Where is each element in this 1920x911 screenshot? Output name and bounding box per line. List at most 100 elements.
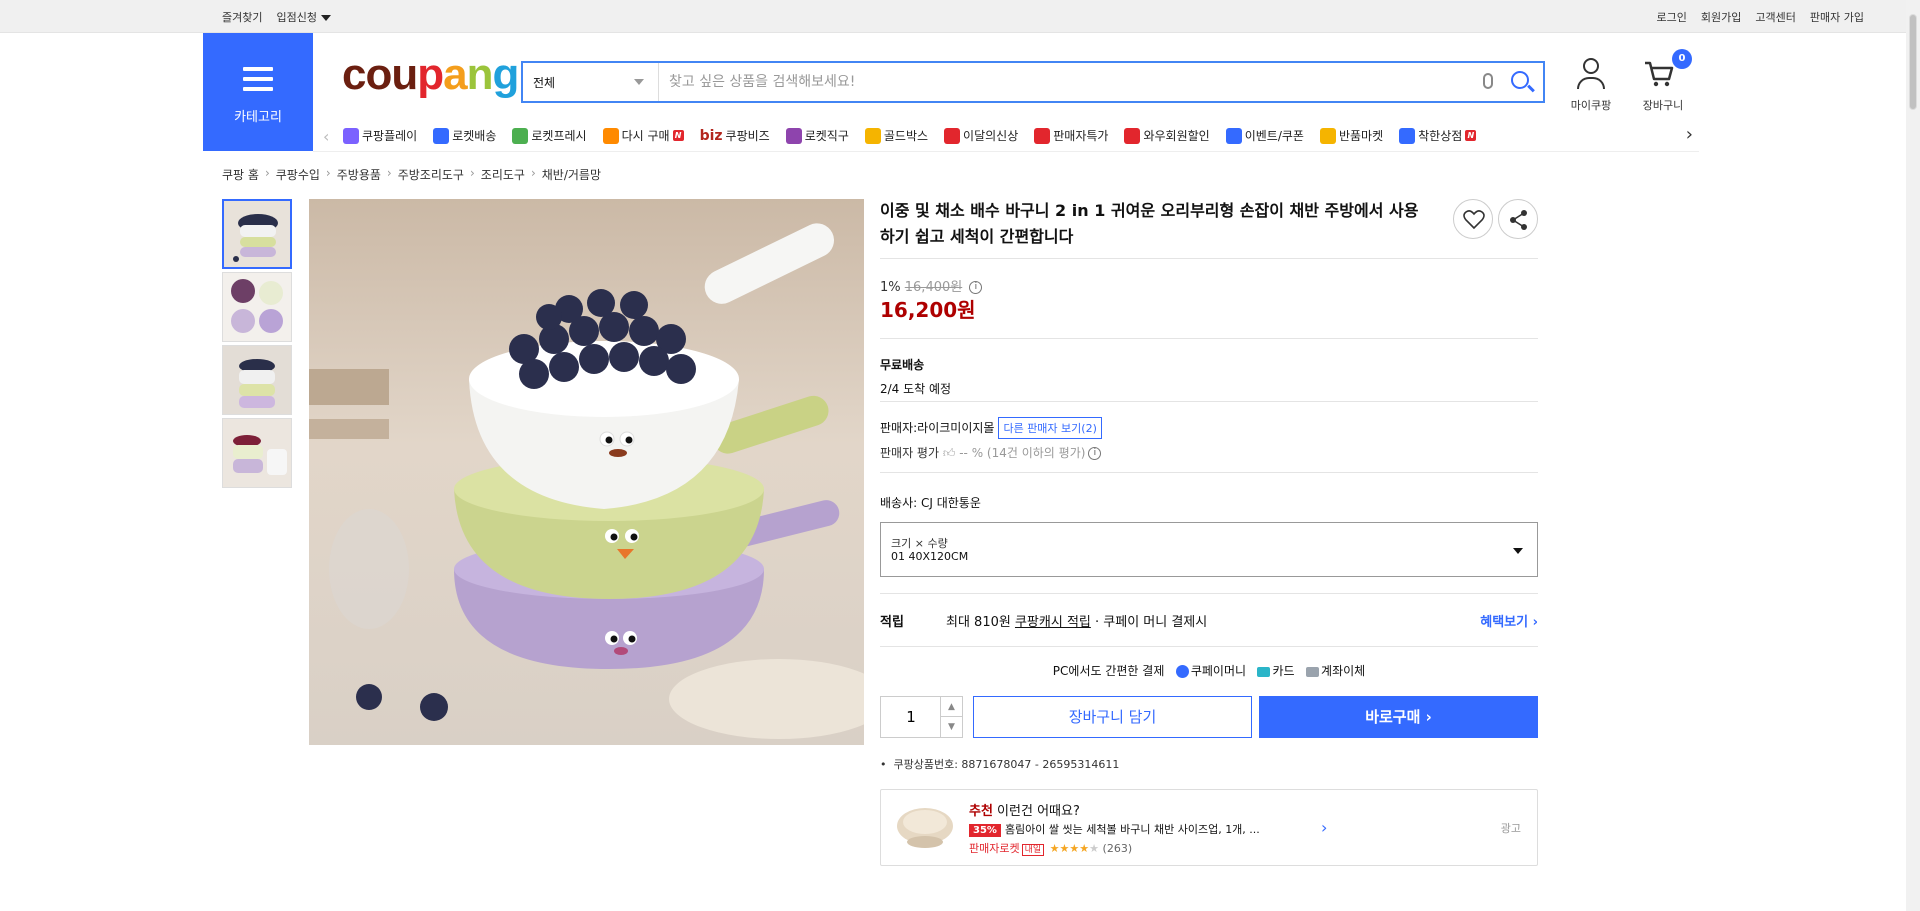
thumbnail-2[interactable] [222,272,292,342]
seller-apply-link[interactable]: 입점신청 [276,9,331,25]
seller-rating-label: 판매자 평가 [880,446,940,460]
nav-item-6[interactable]: 골드박스 [864,127,929,144]
page-scrollbar[interactable] [1906,0,1920,911]
coupon-icon [1225,127,1242,144]
nav-item-label: 쿠팡비즈 [725,129,770,143]
divider [880,593,1538,594]
quantity-decrease-button[interactable]: ▼ [940,717,962,737]
breadcrumb-separator-icon: › [469,166,475,180]
breadcrumb-separator-icon: › [264,166,270,180]
bank-icon [1306,666,1320,677]
recommend-heading: 이런건 어때요? [992,804,1080,819]
nav-item-10[interactable]: 이벤트/쿠폰 [1225,127,1304,144]
review-count: (263) [1102,842,1133,855]
breadcrumb-item[interactable]: 채반/거름망 [542,166,601,183]
search-bar: 전체 [521,61,1545,103]
add-to-cart-button[interactable]: 장바구니 담기 [973,696,1252,738]
recommendation-ad[interactable]: 추천 이런건 어때요? 35% 홈림아이 쌀 씻는 세척볼 바구니 채반 사이즈업… [880,789,1538,866]
search-input[interactable] [669,69,1469,95]
coupang-logo[interactable]: coupang [342,50,519,100]
thumbnail-3[interactable] [222,345,292,415]
product-main-image[interactable] [309,199,864,745]
info-icon[interactable]: i [1088,447,1102,460]
nav-item-11[interactable]: 반품마켓 [1319,127,1384,144]
user-icon [1583,58,1599,74]
buy-now-button[interactable]: 바로구매 › [1259,696,1538,738]
bookmark-link[interactable]: 즐겨찾기 [222,9,262,25]
nav-item-8[interactable]: 판매자특가 [1034,127,1108,144]
thumbnail-1[interactable] [222,199,292,269]
top-bar: 즐겨찾기 입점신청 로그인 회원가입 고객센터 판매자 가입 [0,0,1906,33]
nav-item-label: 와우회원할인 [1143,129,1210,143]
category-button[interactable]: 카테고리 [203,33,313,151]
breadcrumb-item[interactable]: 주방용품 [337,166,381,183]
rebuy-icon [602,127,619,144]
breadcrumb-item[interactable]: 조리도구 [481,166,525,183]
new-badge: N [672,130,684,141]
thumbnail-4[interactable] [222,418,292,488]
divider [880,646,1538,647]
nav-item-12[interactable]: 착한상점 N [1399,127,1477,144]
share-button[interactable] [1498,199,1538,239]
nav-item-label: 반품마켓 [1338,129,1384,143]
nav-item-3[interactable]: 다시 구매 N [602,127,684,144]
nav-prev-arrow-icon[interactable]: ‹ [323,127,329,146]
breadcrumb-item[interactable]: 쿠팡 홈 [222,166,259,183]
global-icon [785,127,802,144]
recommend-product-name: 홈림아이 쌀 씻는 세척볼 바구니 채반 사이즈업, 1개, ... [1004,823,1260,836]
microphone-icon[interactable] [1483,73,1493,89]
breadcrumb: 쿠팡 홈 › 쿠팡수입 › 주방용품 › 주방조리도구 › 조리도구 › 채반/거름망 [222,166,601,183]
seller-signup-link[interactable]: 판매자 가입 [1810,9,1864,25]
my-coupang-button[interactable] [1574,58,1608,89]
nav-item-0[interactable]: 쿠팡플레이 [343,127,417,144]
breadcrumb-separator-icon: › [325,166,331,180]
rocket-icon [433,127,450,144]
nav-item-5[interactable]: 로켓직구 [785,127,849,144]
quantity-increase-button[interactable]: ▲ [940,697,962,717]
other-sellers-button[interactable]: 다른 판매자 보기(2) [998,417,1102,439]
nav-item-7[interactable]: 이달의신상 [944,127,1018,144]
nav-item-label: 로켓직구 [804,129,849,143]
option-select[interactable]: 크기 × 수량 01 40X120CM [880,522,1538,577]
coupay-money: 쿠페이머니 [1175,664,1246,678]
chevron-right-icon[interactable]: › [1321,818,1327,837]
nav-next-arrow-icon[interactable]: › [1686,124,1693,145]
search-category-select[interactable]: 전체 [523,63,659,101]
dropdown-arrow-icon [1513,548,1523,554]
breadcrumb-item[interactable]: 쿠팡수입 [276,166,320,183]
divider [880,258,1538,259]
ad-label: 광고 [1500,822,1521,835]
payment-title: PC에서도 간편한 결제 [1052,664,1165,678]
customer-center-link[interactable]: 고객센터 [1755,9,1795,25]
wishlist-button[interactable] [1453,199,1493,239]
share-icon [1510,210,1527,230]
benefits-link[interactable]: 혜택보기 › [1480,611,1538,630]
cart-label: 장바구니 [1642,99,1684,112]
breadcrumb-separator-icon: › [386,166,392,180]
nav-item-9[interactable]: 와우회원할인 [1124,127,1210,144]
search-icon[interactable] [1511,71,1529,89]
coupay-icon [1175,665,1189,678]
nav-item-4[interactable]: biz 쿠팡비즈 [700,127,770,144]
my-coupang-label: 마이쿠팡 [1570,99,1612,112]
seller-name[interactable]: 판매자:라이크미이지몰 [880,421,994,435]
coupang-cash-link[interactable]: 쿠팡캐시 적립 [1015,615,1091,630]
signup-link[interactable]: 회원가입 [1701,9,1741,25]
seller-rocket-badge: 판매자로켓 [969,842,1020,855]
nav-item-2[interactable]: 로켓프레시 [512,127,587,144]
cart-icon[interactable] [1644,60,1674,88]
login-link[interactable]: 로그인 [1657,9,1687,25]
breadcrumb-item[interactable]: 주방조리도구 [398,166,464,183]
nav-item-label: 착한상점 [1418,129,1463,143]
nav-item-label: 골드박스 [883,129,929,143]
scrollbar-thumb[interactable] [1909,14,1917,110]
info-icon[interactable]: i [969,281,983,294]
nav-item-label: 쿠팡플레이 [362,129,418,143]
quantity-input[interactable] [881,697,941,737]
goldbox-icon [864,127,881,144]
category-label: 카테고리 [234,110,282,125]
product-title: 이중 및 채소 배수 바구니 2 in 1 귀여운 오리부리형 손잡이 채반 주… [880,201,1419,246]
seller-apply-label: 입점신청 [276,11,317,24]
store-icon [1399,127,1416,144]
nav-item-1[interactable]: 로켓배송 [433,127,496,144]
